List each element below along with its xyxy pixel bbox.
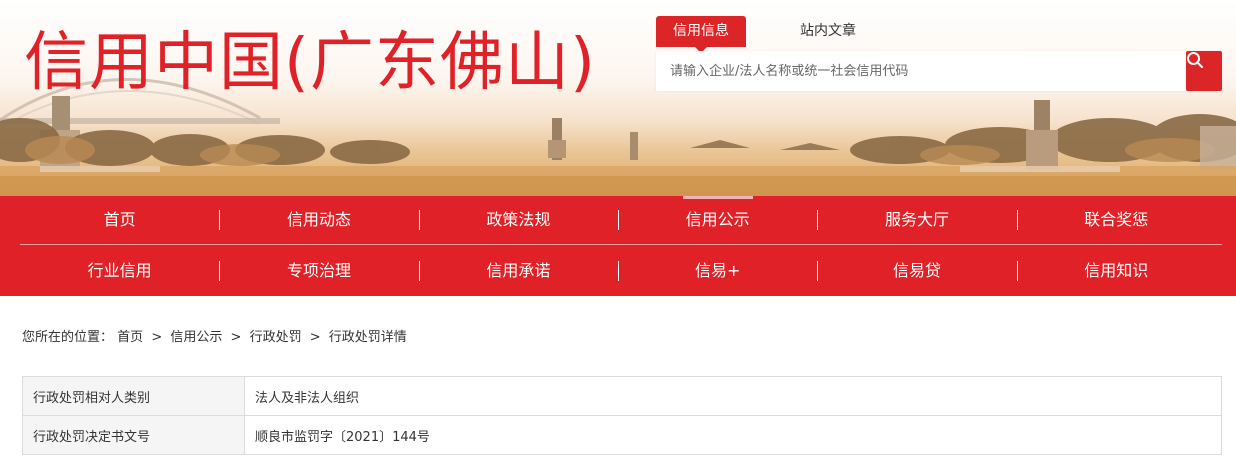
tab-site-articles[interactable]: 站内文章 — [776, 16, 880, 47]
search-input[interactable] — [656, 51, 1172, 91]
nav-item-home[interactable]: 首页 — [20, 196, 219, 244]
field-value: 顺良市监罚字〔2021〕144号 — [244, 415, 1222, 455]
breadcrumb-current: 行政处罚详情 — [328, 330, 407, 345]
table-row: 行政处罚决定书文号 顺良市监罚字〔2021〕144号 — [22, 415, 1222, 455]
nav-divider — [20, 244, 1222, 245]
nav-item-credit-news[interactable]: 信用动态 — [219, 196, 418, 244]
breadcrumb-separator: > — [309, 330, 321, 345]
nav-item-special-governance[interactable]: 专项治理 — [219, 247, 418, 295]
breadcrumb-separator: > — [230, 330, 242, 345]
nav-item-credit-commitment[interactable]: 信用承诺 — [418, 247, 618, 295]
tab-credit-info[interactable]: 信用信息 — [656, 16, 746, 53]
nav-item-joint-rewards-penalties[interactable]: 联合奖惩 — [1016, 196, 1216, 244]
field-label: 行政处罚决定书文号 — [22, 415, 245, 455]
breadcrumb: 您所在的位置： 首页 > 信用公示 > 行政处罚 > 行政处罚详情 — [22, 326, 407, 345]
breadcrumb-credit-disclosure[interactable]: 信用公示 — [170, 330, 222, 345]
field-label: 行政处罚相对人类别 — [22, 376, 245, 416]
main-nav: 首页 信用动态 政策法规 信用公示 服务大厅 联合奖惩 行业信用 专项治理 信用… — [0, 196, 1236, 296]
table-row: 行政处罚相对人类别 法人及非法人组织 — [22, 376, 1222, 416]
nav-item-credit-disclosure[interactable]: 信用公示 — [617, 196, 817, 244]
breadcrumb-home[interactable]: 首页 — [117, 330, 143, 345]
site-title: 信用中国(广东佛山) — [24, 26, 596, 100]
nav-item-industry-credit[interactable]: 行业信用 — [20, 247, 219, 295]
nav-item-xinyi-plus[interactable]: 信易+ — [617, 247, 817, 295]
breadcrumb-admin-penalty[interactable]: 行政处罚 — [250, 330, 302, 345]
nav-row-1: 首页 信用动态 政策法规 信用公示 服务大厅 联合奖惩 — [20, 196, 1216, 244]
breadcrumb-prefix: 您所在的位置： — [22, 330, 114, 345]
nav-item-xinyi-loan[interactable]: 信易贷 — [817, 247, 1016, 295]
header-banner: 信用中国(广东佛山) 信用信息 站内文章 — [0, 0, 1236, 196]
nav-item-service-hall[interactable]: 服务大厅 — [817, 196, 1016, 244]
penalty-detail-table: 行政处罚相对人类别 法人及非法人组织 行政处罚决定书文号 顺良市监罚字〔2021… — [22, 376, 1222, 455]
search-icon — [1187, 52, 1203, 68]
nav-row-2: 行业信用 专项治理 信用承诺 信易+ 信易贷 信用知识 — [20, 247, 1216, 295]
nav-item-credit-knowledge[interactable]: 信用知识 — [1016, 247, 1216, 295]
breadcrumb-separator: > — [151, 330, 163, 345]
search-box — [656, 51, 1222, 91]
field-value: 法人及非法人组织 — [244, 376, 1222, 416]
nav-item-policies[interactable]: 政策法规 — [418, 196, 618, 244]
search-button[interactable] — [1186, 51, 1222, 91]
